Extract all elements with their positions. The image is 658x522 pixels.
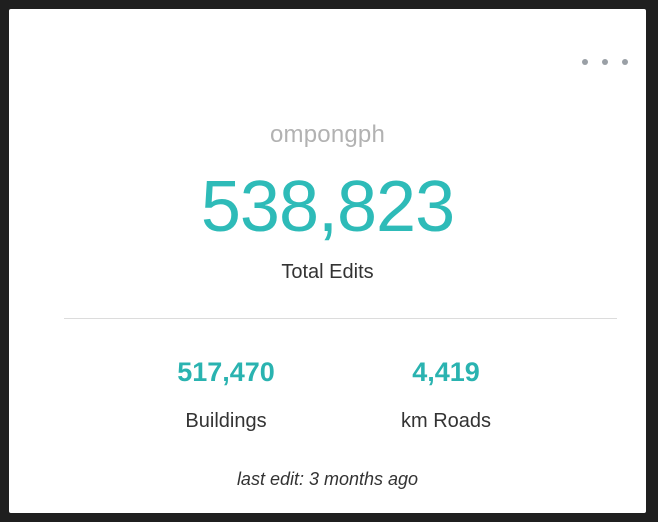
menu-dot: [582, 59, 588, 65]
total-edits-label: Total Edits: [281, 261, 374, 283]
menu-dot: [622, 59, 628, 65]
username: ompongph: [269, 121, 386, 148]
divider: [64, 318, 617, 319]
buildings-label: Buildings: [185, 410, 267, 432]
roads-value: 4,419: [412, 357, 480, 387]
total-edits-value: 538,823: [200, 167, 455, 247]
user-stats-card: ompongph 538,823 Total Edits 517,470 Bui…: [9, 9, 646, 513]
menu-dot: [602, 59, 608, 65]
stat-buildings: 517,470 Buildings: [161, 359, 291, 433]
more-options-icon[interactable]: [582, 53, 628, 71]
stat-roads: 4,419 km Roads: [381, 359, 511, 433]
roads-label: km Roads: [400, 410, 492, 432]
buildings-value: 517,470: [177, 357, 275, 387]
last-edit-timestamp: last edit: 3 months ago: [236, 469, 419, 489]
